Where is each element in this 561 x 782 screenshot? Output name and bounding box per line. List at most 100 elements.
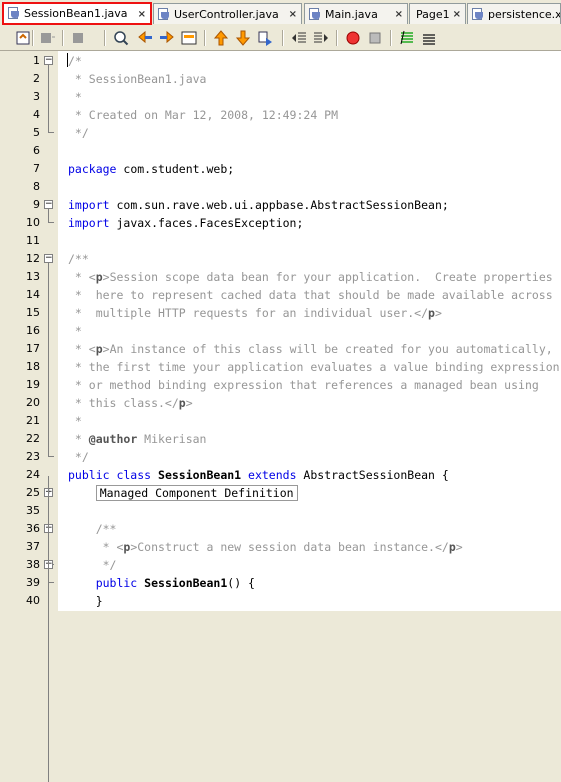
toggle-bookmark-icon[interactable] — [256, 29, 274, 47]
tab-usercontroller-java[interactable]: UserController.java × — [153, 3, 302, 24]
uncomment-icon[interactable] — [420, 29, 438, 47]
previous-bookmark-icon[interactable] — [212, 29, 230, 47]
back-icon[interactable] — [38, 29, 56, 47]
java-file-icon — [7, 7, 21, 20]
toggle-highlight-icon[interactable] — [180, 29, 198, 47]
toolbar-separator — [282, 30, 284, 46]
fold-guide — [48, 476, 49, 782]
code-line: public class SessionBean1 extends Abstra… — [68, 466, 449, 484]
code-token: p — [448, 540, 456, 554]
forward-icon[interactable] — [70, 29, 88, 47]
code-token: /* — [68, 54, 82, 68]
code-area[interactable]: /* * SessionBean1.java * * Created on Ma… — [58, 51, 561, 611]
fold-guide — [48, 65, 49, 133]
code-line: * — [68, 88, 82, 106]
code-token: SessionBean1 — [144, 576, 228, 590]
source-icon[interactable] — [14, 29, 32, 47]
folded-code-block[interactable]: Managed Component Definition — [95, 485, 298, 501]
collapse-fold-icon[interactable]: − — [44, 254, 53, 263]
code-token: * Created on Mar 12, 2008, 12:49:24 PM — [68, 108, 339, 122]
tab-main-java[interactable]: Main.java × — [304, 3, 408, 24]
close-tab-icon[interactable]: × — [138, 9, 146, 20]
code-line: * < p>Construct a new session data bean i… — [68, 538, 463, 556]
code-token: > — [185, 396, 193, 410]
line-number: 17 — [26, 342, 40, 355]
code-token: * — [68, 90, 82, 104]
editor-tab-bar: SessionBean1.java × UserController.java × Ma… — [0, 0, 561, 27]
line-number: 3 — [33, 90, 40, 103]
toolbar-separator — [32, 30, 34, 46]
line-number: 6 — [33, 144, 40, 157]
code-token: * < — [68, 270, 96, 284]
editor-toolbar — [0, 26, 561, 51]
text-caret — [67, 53, 68, 67]
code-token: /** — [68, 522, 117, 536]
code-line: * multiple HTTP requests for an individu… — [68, 304, 442, 322]
find-icon[interactable] — [112, 29, 130, 47]
code-token: AbstractSessionBean { — [296, 468, 449, 482]
line-number: 22 — [26, 432, 40, 445]
code-token: * — [68, 414, 82, 428]
tab-page1[interactable]: Page1 × — [409, 3, 466, 24]
fold-end — [48, 222, 54, 223]
code-line: * — [68, 322, 82, 340]
code-token: * SessionBean1.java — [68, 72, 207, 86]
code-token: * < — [68, 342, 96, 356]
code-line: package com.student.web; — [68, 160, 234, 178]
tab-label: Main.java — [325, 7, 378, 21]
code-token: >An instance of this class will be creat… — [102, 342, 553, 356]
line-number: 20 — [26, 396, 40, 409]
line-number: 15 — [26, 306, 40, 319]
tab-sessionbean1-java[interactable]: SessionBean1.java × — [2, 2, 152, 25]
close-tab-icon[interactable]: × — [395, 9, 403, 20]
collapse-fold-icon[interactable]: − — [44, 56, 53, 65]
line-number: 25 — [26, 486, 40, 499]
code-token: Mikerisan — [137, 432, 207, 446]
code-line: /** — [68, 520, 117, 538]
close-tab-icon[interactable]: × — [289, 9, 297, 20]
code-line: */ — [68, 124, 89, 142]
code-editor[interactable]: 1 2 3 4 5 6 7 8 9 10 11 12 13 14 15 16 17 18 19 20 21 22 23 24 2… — [0, 51, 561, 782]
collapse-fold-icon[interactable]: − — [44, 200, 53, 209]
code-token: import — [68, 198, 110, 212]
line-number: 21 — [26, 414, 40, 427]
line-number: 36 — [26, 522, 40, 535]
java-file-icon — [157, 7, 171, 21]
next-bookmark-icon[interactable] — [234, 29, 252, 47]
code-token: p — [95, 270, 103, 284]
find-next-icon[interactable] — [158, 29, 176, 47]
toolbar-separator — [204, 30, 206, 46]
code-line: import com.sun.rave.web.ui.appbase.Abstr… — [68, 196, 449, 214]
code-line: */ — [68, 556, 117, 574]
tab-persistence-xml[interactable]: persistence.xml — [467, 3, 561, 24]
code-token: import — [68, 216, 110, 230]
line-number: 37 — [26, 540, 40, 553]
line-number: 35 — [26, 504, 40, 517]
stop-macro-icon[interactable] — [366, 29, 384, 47]
code-token: * or method binding expression that refe… — [68, 378, 539, 392]
close-tab-icon[interactable]: × — [453, 9, 461, 20]
find-previous-icon[interactable] — [136, 29, 154, 47]
comment-icon[interactable] — [398, 29, 416, 47]
line-number: 40 — [26, 594, 40, 607]
code-token: */ — [68, 558, 117, 572]
shift-right-icon[interactable] — [312, 29, 330, 47]
code-line: */ — [68, 448, 89, 466]
java-file-icon — [308, 7, 322, 21]
code-line: public SessionBean1() { — [68, 574, 255, 592]
code-token: com.sun.rave.web.ui.appbase.AbstractSess… — [109, 198, 449, 212]
code-line: /* — [68, 52, 82, 70]
code-line: * this class.</p> — [68, 394, 193, 412]
line-number: 19 — [26, 378, 40, 391]
shift-left-icon[interactable] — [290, 29, 308, 47]
code-token: /** — [68, 252, 89, 266]
code-token: () { — [227, 576, 255, 590]
line-number: 18 — [26, 360, 40, 373]
code-token: public class — [68, 468, 159, 482]
line-number: 2 — [33, 72, 40, 85]
line-number: 16 — [26, 324, 40, 337]
code-token: */ — [68, 450, 89, 464]
code-line: * or method binding expression that refe… — [68, 376, 539, 394]
start-macro-icon[interactable] — [344, 29, 362, 47]
